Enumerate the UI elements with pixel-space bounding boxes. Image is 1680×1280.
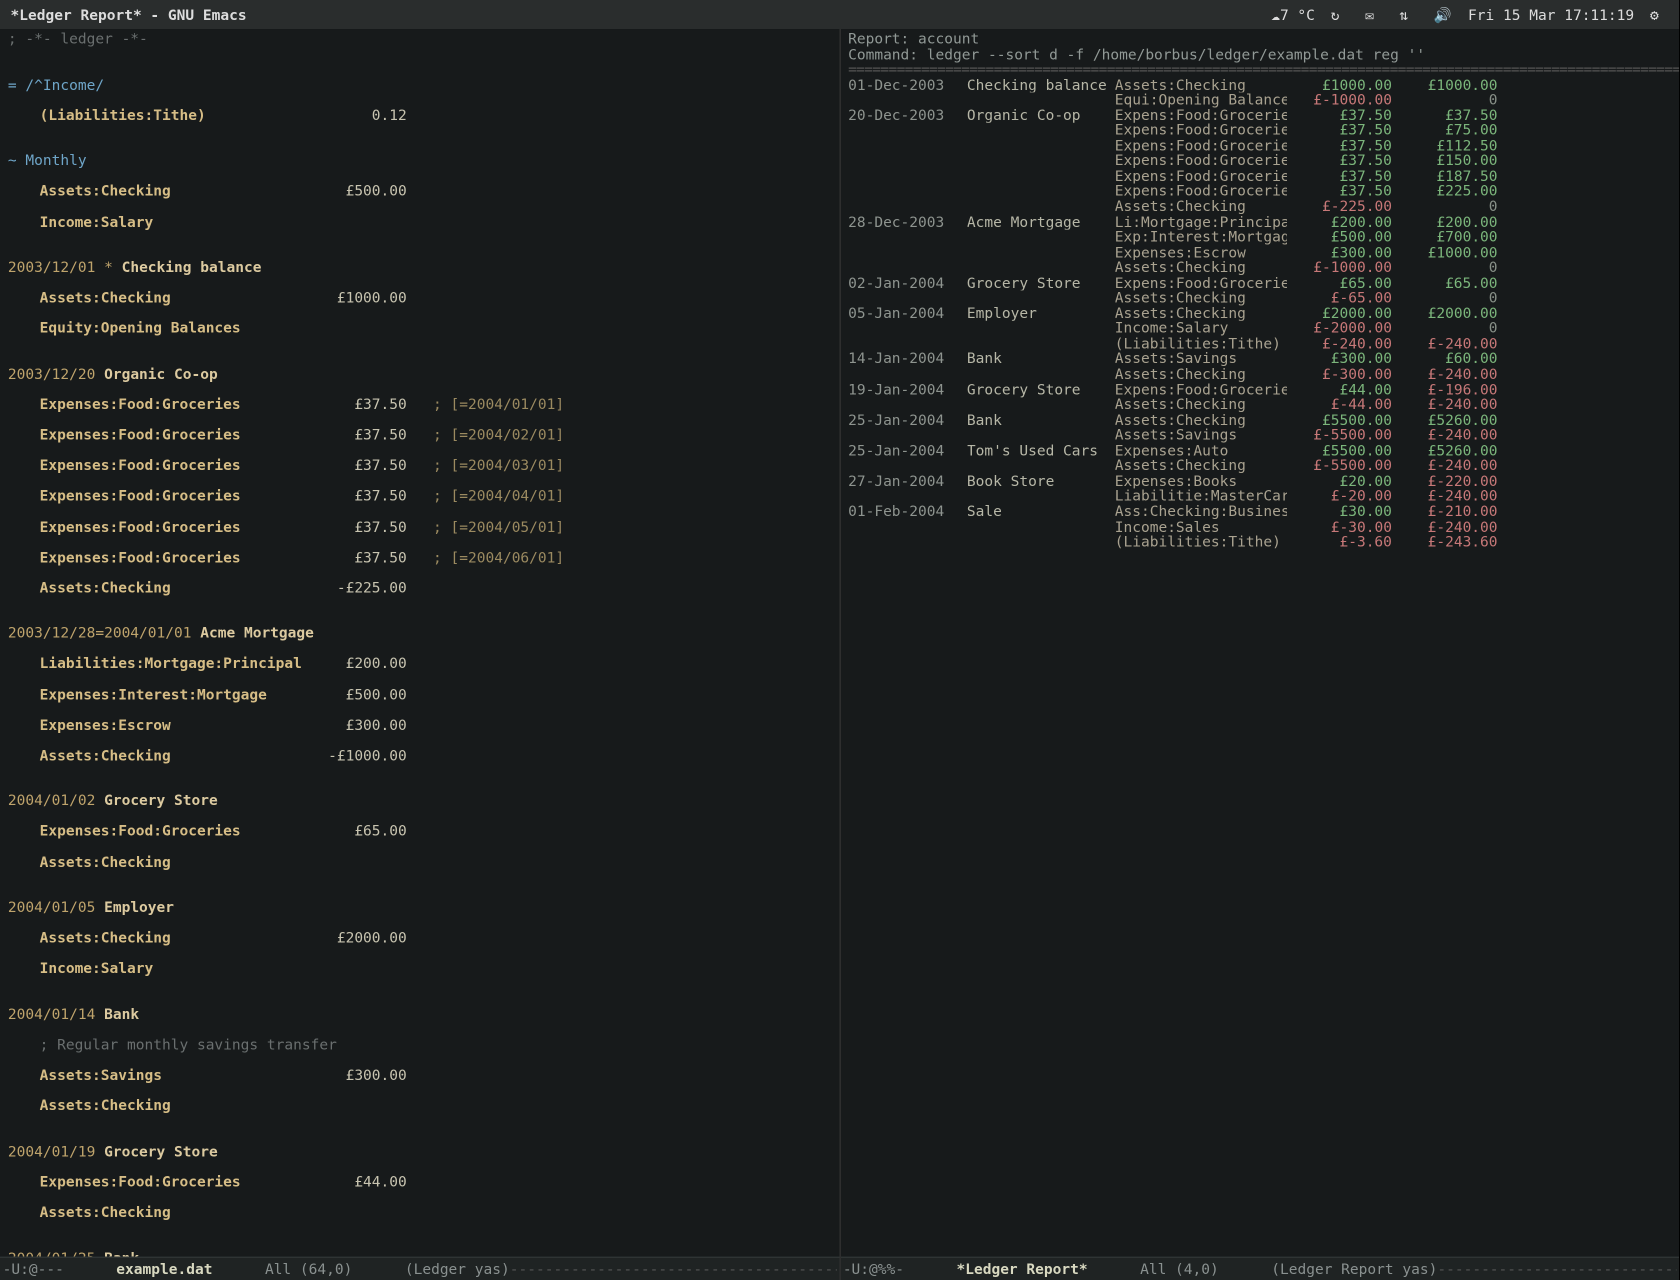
settings-gear-icon[interactable]: ⚙ <box>1650 5 1668 23</box>
source-line: Assets:Checking -£225.00 <box>8 580 831 595</box>
report-row: (Liabilities:Tithe)£-240.00£-240.00 <box>848 337 1671 352</box>
source-line: Assets:Savings £300.00 <box>8 1068 831 1083</box>
source-line: Income:Salary <box>8 961 831 976</box>
report-row: 01-Dec-2003Checking balanceAssets:Checki… <box>848 77 1671 92</box>
report-row: 01-Feb-2004SaleAss:Checking:Business£30.… <box>848 504 1671 519</box>
emacs-frame: ; -*- ledger -*- = /^Income/ (Liabilitie… <box>0 29 1679 1280</box>
report-row: (Liabilities:Tithe)£-3.60£-243.60 <box>848 535 1671 550</box>
ledger-source-buffer[interactable]: ; -*- ledger -*- = /^Income/ (Liabilitie… <box>0 29 839 1257</box>
report-row: Expens:Food:Groceries£37.50£150.00 <box>848 154 1671 169</box>
source-line: Expenses:Escrow £300.00 <box>8 718 831 733</box>
source-line: 2004/01/02 Grocery Store <box>8 794 831 809</box>
modeline-buffer-name: example.dat <box>116 1261 212 1278</box>
left-modeline[interactable]: -U:@--- example.dat All (64,0) (Ledger y… <box>0 1257 839 1280</box>
report-row: Income:Sales£-30.00£-240.00 <box>848 519 1671 534</box>
source-line: Assets:Checking <box>8 855 831 870</box>
source-line: 2004/01/14 Bank <box>8 1007 831 1022</box>
source-line: Expenses:Interest:Mortgage £500.00 <box>8 687 831 702</box>
report-row: 05-Jan-2004EmployerAssets:Checking£2000.… <box>848 306 1671 321</box>
source-line: Assets:Checking £1000.00 <box>8 291 831 306</box>
modeline-modes: (Ledger yas) <box>405 1261 510 1278</box>
report-row: Assets:Checking£-5500.00£-240.00 <box>848 458 1671 473</box>
report-row: 27-Jan-2004Book StoreExpenses:Books£20.0… <box>848 474 1671 489</box>
clock[interactable]: Fri 15 Mar 17:11:19 <box>1468 6 1634 23</box>
source-line: Assets:Checking £2000.00 <box>8 931 831 946</box>
ledger-report-buffer[interactable]: Report: accountCommand: ledger --sort d … <box>840 29 1679 1257</box>
report-row: Liabilitie:MasterCard£-20.00£-240.00 <box>848 489 1671 504</box>
source-line: 2003/12/28=2004/01/01 Acme Mortgage <box>8 626 831 641</box>
report-row: 25-Jan-2004BankAssets:Checking£5500.00£5… <box>848 413 1671 428</box>
source-line: Income:Salary <box>8 215 831 230</box>
report-row: Assets:Checking£-44.00£-240.00 <box>848 397 1671 412</box>
source-line: Expenses:Food:Groceries £37.50 ; [=2004/… <box>8 519 831 534</box>
source-line: Expenses:Food:Groceries £37.50 ; [=2004/… <box>8 550 831 565</box>
report-row: Expens:Food:Groceries£37.50£225.00 <box>848 184 1671 199</box>
source-line: Expenses:Food:Groceries £37.50 ; [=2004/… <box>8 397 831 412</box>
report-row: Expens:Food:Groceries£37.50£75.00 <box>848 123 1671 138</box>
report-row: Exp:Interest:Mortgage£500.00£700.00 <box>848 230 1671 245</box>
source-line: Equity:Opening Balances <box>8 321 831 336</box>
report-row: Assets:Checking£-65.000 <box>848 291 1671 306</box>
source-line: Expenses:Food:Groceries £37.50 ; [=2004/… <box>8 428 831 443</box>
report-row: Expenses:Escrow£300.00£1000.00 <box>848 245 1671 260</box>
window-title: *Ledger Report* - GNU Emacs <box>11 6 247 23</box>
source-line: Assets:Checking <box>8 1205 831 1220</box>
modeline-fill: ----------------------------------------… <box>1437 1261 1676 1278</box>
report-row: 28-Dec-2003Acme MortgageLi:Mortgage:Prin… <box>848 215 1671 230</box>
mail-icon[interactable]: ✉ <box>1365 5 1383 23</box>
modeline-position: All (4,0) <box>1140 1261 1219 1278</box>
source-line: Expenses:Food:Groceries £37.50 ; [=2004/… <box>8 489 831 504</box>
report-row: Assets:Savings£-5500.00£-240.00 <box>848 428 1671 443</box>
report-row: Equi:Opening Balances£-1000.000 <box>848 93 1671 108</box>
source-line: Expenses:Food:Groceries £65.00 <box>8 824 831 839</box>
modeline-position: All (64,0) <box>265 1261 352 1278</box>
left-pane: ; -*- ledger -*- = /^Income/ (Liabilitie… <box>0 29 840 1280</box>
source-line: Expenses:Food:Groceries £44.00 <box>8 1175 831 1190</box>
report-row: Assets:Checking£-225.000 <box>848 199 1671 214</box>
report-line: Report: account <box>848 32 1671 47</box>
report-row: Assets:Checking£-300.00£-240.00 <box>848 367 1671 382</box>
modeline-fill: ----------------------------------------… <box>510 1261 836 1278</box>
right-pane: Report: accountCommand: ledger --sort d … <box>840 29 1679 1280</box>
system-tray: ☁ 7 °C ↻ ✉ ⇅ 🔊 Fri 15 Mar 17:11:19 ⚙ <box>1271 5 1668 23</box>
source-line: ; -*- ledger -*- <box>8 32 831 47</box>
modeline-modes: (Ledger Report yas) <box>1271 1261 1437 1278</box>
report-row: 20-Dec-2003Organic Co-opExpens:Food:Groc… <box>848 108 1671 123</box>
report-line: ========================================… <box>848 62 1671 77</box>
report-row: Expens:Food:Groceries£37.50£187.50 <box>848 169 1671 184</box>
source-line: Assets:Checking £500.00 <box>8 184 831 199</box>
source-line: (Liabilities:Tithe) 0.12 <box>8 108 831 123</box>
source-line: 2004/01/19 Grocery Store <box>8 1144 831 1159</box>
report-row: Expens:Food:Groceries£37.50£112.50 <box>848 138 1671 153</box>
report-row: 19-Jan-2004Grocery StoreExpens:Food:Groc… <box>848 382 1671 397</box>
report-row: 02-Jan-2004Grocery StoreExpens:Food:Groc… <box>848 276 1671 291</box>
report-row: 25-Jan-2004Tom's Used CarsExpenses:Auto£… <box>848 443 1671 458</box>
source-line: 2003/12/01 * Checking balance <box>8 260 831 275</box>
volume-icon[interactable]: 🔊 <box>1434 5 1452 23</box>
source-line: Expenses:Food:Groceries £37.50 ; [=2004/… <box>8 458 831 473</box>
network-icon[interactable]: ⇅ <box>1399 5 1417 23</box>
top-panel: *Ledger Report* - GNU Emacs ☁ 7 °C ↻ ✉ ⇅… <box>0 0 1679 29</box>
source-line: Liabilities:Mortgage:Principal £200.00 <box>8 657 831 672</box>
report-row: Income:Salary£-2000.000 <box>848 321 1671 336</box>
modeline-flags: -U:@--- <box>3 1261 64 1278</box>
source-line: ~ Monthly <box>8 154 831 169</box>
report-row: 14-Jan-2004BankAssets:Savings£300.00£60.… <box>848 352 1671 367</box>
source-line: Assets:Checking -£1000.00 <box>8 748 831 763</box>
source-line: = /^Income/ <box>8 77 831 92</box>
weather-indicator[interactable]: ☁ 7 °C <box>1271 6 1315 23</box>
right-modeline[interactable]: -U:@%%- *Ledger Report* All (4,0) (Ledge… <box>840 1257 1679 1280</box>
source-line: Assets:Checking <box>8 1099 831 1114</box>
modeline-flags: -U:@%%- <box>843 1261 904 1278</box>
report-row: Assets:Checking£-1000.000 <box>848 260 1671 275</box>
source-line: 2003/12/20 Organic Co-op <box>8 367 831 382</box>
refresh-icon[interactable]: ↻ <box>1331 5 1349 23</box>
source-line: ; Regular monthly savings transfer <box>8 1038 831 1053</box>
source-line: 2004/01/05 Employer <box>8 900 831 915</box>
modeline-buffer-name: *Ledger Report* <box>956 1261 1087 1278</box>
